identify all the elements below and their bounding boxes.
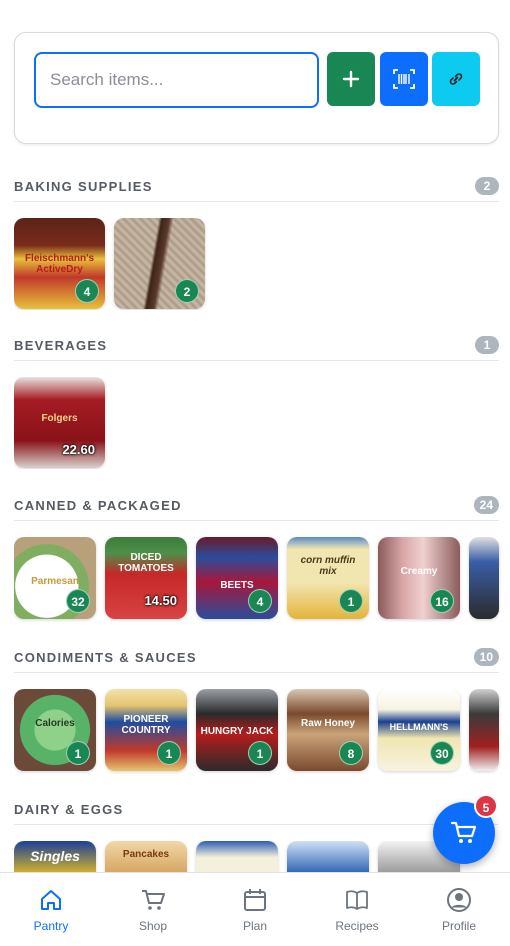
item-tile[interactable]: DICED TOMATOES 14.50 <box>105 537 187 619</box>
cart-icon <box>450 821 477 843</box>
category-baking-supplies: BAKING SUPPLIES 2 Fleischmann's ActiveDr… <box>14 174 499 309</box>
nav-label: Plan <box>242 919 268 933</box>
home-icon <box>41 890 61 910</box>
quantity-badge: 32 <box>66 589 90 613</box>
category-beverages: BEVERAGES 1 Folgers 22.60 <box>14 333 499 468</box>
nav-profile[interactable]: Profile <box>408 873 510 946</box>
category-dairy-eggs: DAIRY & EGGS Singles Pancakes <box>14 797 499 923</box>
item-label: Singles <box>30 847 80 864</box>
item-tile[interactable]: 2 <box>114 218 205 309</box>
item-image <box>469 689 499 771</box>
section-header: CANNED & PACKAGED 24 <box>14 493 499 521</box>
bottom-nav: Pantry Shop Plan Recipes Profile <box>0 872 510 946</box>
item-tile[interactable]: Folgers 22.60 <box>14 377 105 468</box>
item-label: Fleischmann's ActiveDry <box>24 252 95 275</box>
item-label: Parmesan <box>31 576 79 588</box>
item-tile[interactable]: PIONEER COUNTRY 1 <box>105 689 187 771</box>
section-title: CANNED & PACKAGED <box>14 498 182 513</box>
item-image <box>469 537 499 619</box>
item-row: Calories 1 PIONEER COUNTRY 1 HUNGRY JACK… <box>14 689 510 781</box>
quantity-badge: 8 <box>339 741 363 765</box>
item-tile[interactable] <box>469 689 499 771</box>
item-label: corn muffin mix <box>300 555 356 578</box>
quantity-badge: 22.60 <box>62 442 95 457</box>
category-condiments-sauces: CONDIMENTS & SAUCES 10 Calories 1 PIONEE… <box>14 645 499 771</box>
count-badge: 24 <box>473 496 499 514</box>
item-tile[interactable] <box>469 537 499 619</box>
item-tile[interactable]: Creamy 16 <box>378 537 460 619</box>
item-label: HELLMANN'S <box>389 721 449 732</box>
item-tile[interactable]: HELLMANN'S 30 <box>378 689 460 771</box>
quantity-badge: 16 <box>430 589 454 613</box>
quantity-badge: 4 <box>248 589 272 613</box>
item-label: Folgers <box>41 413 78 425</box>
section-title: BEVERAGES <box>14 338 108 353</box>
section-header: DAIRY & EGGS <box>14 797 499 825</box>
section-title: DAIRY & EGGS <box>14 802 124 817</box>
item-tile[interactable]: Parmesan 32 <box>14 537 96 619</box>
item-label: Creamy <box>400 565 438 577</box>
section-header: CONDIMENTS & SAUCES 10 <box>14 645 499 673</box>
nav-label: Pantry <box>33 919 69 933</box>
nav-plan[interactable]: Plan <box>204 873 306 946</box>
section-header: BAKING SUPPLIES 2 <box>14 174 499 202</box>
quantity-badge: 1 <box>66 741 90 765</box>
item-row: Fleischmann's ActiveDry 4 2 <box>14 218 510 310</box>
item-label: Pancakes <box>122 849 170 861</box>
item-tile[interactable]: Fleischmann's ActiveDry 4 <box>14 218 105 309</box>
pantry-screen: BAKING SUPPLIES 2 Fleischmann's ActiveDr… <box>0 0 510 946</box>
count-badge: 1 <box>475 336 499 354</box>
item-row: Folgers 22.60 <box>14 377 510 469</box>
search-card <box>14 32 499 144</box>
item-label: PIONEER COUNTRY <box>121 713 171 736</box>
plus-icon <box>342 70 360 88</box>
item-label: Calories <box>35 717 75 729</box>
section-header: BEVERAGES 1 <box>14 333 499 361</box>
nav-label: Profile <box>441 919 476 933</box>
quantity-badge: 1 <box>248 741 272 765</box>
quantity-badge: 1 <box>339 589 363 613</box>
link-icon <box>449 73 463 85</box>
nav-pantry[interactable]: Pantry <box>0 873 102 946</box>
item-tile[interactable]: corn muffin mix 1 <box>287 537 369 619</box>
cart-icon <box>142 890 165 910</box>
item-tile[interactable]: BEETS 4 <box>196 537 278 619</box>
category-canned-packaged: CANNED & PACKAGED 24 Parmesan 32 DICED T… <box>14 493 499 619</box>
item-label: Raw Honey <box>301 717 355 729</box>
quantity-badge: 4 <box>75 279 99 303</box>
count-badge: 2 <box>475 177 499 195</box>
count-badge: 10 <box>473 648 499 666</box>
nav-recipes[interactable]: Recipes <box>306 873 408 946</box>
item-label: DICED TOMATOES <box>118 551 174 574</box>
user-circle-icon <box>447 888 471 912</box>
item-tile[interactable]: Raw Honey 8 <box>287 689 369 771</box>
quantity-badge: 1 <box>157 741 181 765</box>
item-tile[interactable]: HUNGRY JACK 1 <box>196 689 278 771</box>
item-row: Parmesan 32 DICED TOMATOES 14.50 BEETS 4… <box>14 537 510 629</box>
quantity-badge: 30 <box>430 741 454 765</box>
section-title: BAKING SUPPLIES <box>14 179 153 194</box>
item-tile[interactable]: Calories 1 <box>14 689 96 771</box>
quantity-badge: 2 <box>175 279 199 303</box>
section-title: CONDIMENTS & SAUCES <box>14 650 197 665</box>
add-item-button[interactable] <box>327 52 375 106</box>
barcode-icon <box>393 69 415 89</box>
search-input[interactable] <box>34 52 319 108</box>
nav-label: Recipes <box>335 919 379 933</box>
quantity-badge: 14.50 <box>144 593 177 608</box>
scan-barcode-button[interactable] <box>380 52 428 106</box>
cart-count-badge: 5 <box>474 794 498 818</box>
book-icon <box>346 890 368 910</box>
calendar-icon <box>244 889 266 911</box>
item-label: HUNGRY JACK <box>200 725 274 737</box>
link-button[interactable] <box>432 52 480 106</box>
nav-label: Shop <box>138 919 168 933</box>
nav-shop[interactable]: Shop <box>102 873 204 946</box>
